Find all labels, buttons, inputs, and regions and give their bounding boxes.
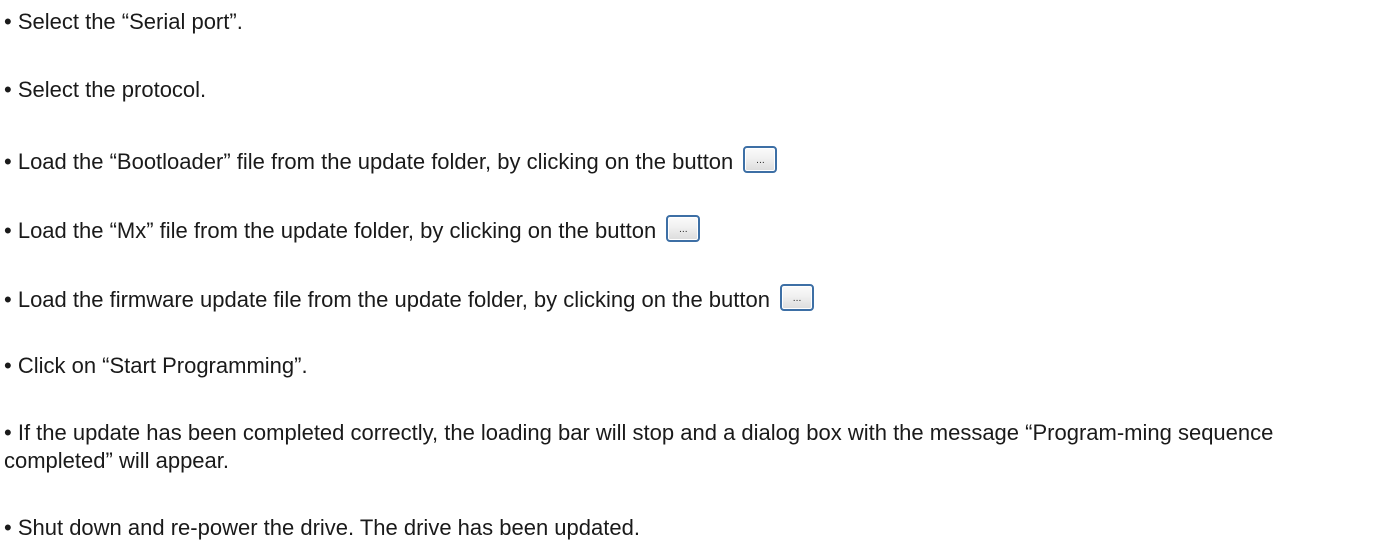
- ellipsis-icon: ...: [756, 156, 765, 166]
- bullet: •: [4, 515, 12, 540]
- step-text: Load the “Mx” file from the update folde…: [17, 218, 657, 243]
- step-completion-check: • If the update has been completed corre…: [4, 419, 1375, 475]
- step-load-firmware: • Load the firmware update file from the…: [4, 284, 1375, 314]
- bullet: •: [4, 218, 12, 243]
- ellipsis-icon: ...: [792, 294, 802, 304]
- step-repower-drive: • Shut down and re-power the drive. The …: [4, 514, 1375, 542]
- step-text: Load the firmware update file from the u…: [17, 287, 770, 312]
- step-text: Select the protocol.: [17, 77, 207, 102]
- bullet: •: [4, 420, 12, 445]
- bullet: •: [4, 9, 12, 34]
- bullet: •: [4, 77, 12, 102]
- browse-bootloader-button[interactable]: ...: [743, 146, 778, 173]
- browse-firmware-button[interactable]: ...: [780, 284, 815, 311]
- step-text: Load the “Bootloader” file from the upda…: [17, 149, 734, 174]
- step-text: Select the “Serial port”.: [17, 9, 243, 34]
- step-load-mx: • Load the “Mx” file from the update fol…: [4, 215, 1375, 245]
- browse-mx-button[interactable]: ...: [666, 215, 701, 242]
- step-text: Shut down and re-power the drive. The dr…: [17, 515, 640, 540]
- step-start-programming: • Click on “Start Programming”.: [4, 352, 1375, 380]
- ellipsis-icon: ...: [679, 225, 688, 235]
- step-select-serial-port: • Select the “Serial port”.: [4, 8, 1375, 36]
- step-load-bootloader: • Load the “Bootloader” file from the up…: [4, 146, 1375, 176]
- step-text: Click on “Start Programming”.: [17, 353, 308, 378]
- bullet: •: [4, 287, 12, 312]
- bullet: •: [4, 353, 12, 378]
- step-text: If the update has been completed correct…: [4, 420, 1274, 473]
- instruction-document: • Select the “Serial port”. • Select the…: [0, 0, 1383, 554]
- step-select-protocol: • Select the protocol.: [4, 76, 1375, 104]
- bullet: •: [4, 149, 12, 174]
